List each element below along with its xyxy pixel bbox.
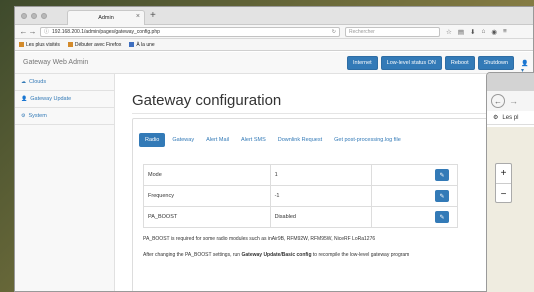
setting-value: -1	[269, 185, 373, 207]
browser-window: Admin × + ← → ⓘ 192.168.200.1/admin/page…	[14, 6, 534, 292]
forward-icon[interactable]: →	[509, 96, 518, 106]
browser-toolbar: ← → ⓘ 192.168.200.1/admin/pages/gateway_…	[15, 25, 533, 39]
setting-action: ✎	[371, 185, 458, 207]
table-row: Frequency -1 ✎	[143, 185, 458, 207]
setting-name: Frequency	[143, 185, 271, 207]
sidebar: ☁ Clouds 👤 Gateway Update ⚙ System	[15, 74, 115, 291]
second-window-nav: ← →	[487, 91, 534, 111]
url-bar[interactable]: ⓘ 192.168.200.1/admin/pages/gateway_conf…	[40, 26, 340, 37]
zoom-in-button[interactable]: +	[496, 164, 511, 184]
home-icon[interactable]: ⌂	[481, 28, 485, 36]
sidebar-item-label: Clouds	[29, 79, 47, 85]
recompile-note: After changing the PA_BOOST settings, ru…	[143, 252, 409, 258]
forward-button[interactable]: →	[28, 27, 37, 36]
edit-mode-button[interactable]: ✎	[435, 169, 449, 181]
page-content: Gateway Web Admin Internet Low-level sta…	[15, 52, 533, 291]
folder-icon	[19, 41, 24, 47]
toolbar-icons: ☆ ▤ ⬇ ⌂ ◉ ≡	[446, 28, 507, 36]
menu-icon[interactable]: ≡	[503, 28, 507, 36]
note-bold-link: Gateway Update/Basic config	[241, 252, 312, 258]
second-window-titlebar	[487, 73, 534, 91]
pocket-icon[interactable]: ◉	[491, 28, 497, 36]
setting-action: ✎	[371, 206, 458, 228]
bookmarks-bar: Les plus visités Débuter avec Firefox À …	[15, 39, 533, 51]
search-input[interactable]: Rechercher	[345, 26, 440, 37]
sidebar-item-system[interactable]: ⚙ System	[15, 108, 114, 125]
bookmark-label[interactable]: Les pl	[502, 115, 518, 121]
tab-title: Admin	[98, 15, 114, 21]
shutdown-button[interactable]: Shutdown	[477, 56, 515, 70]
bookmark-most-visited[interactable]: Les plus visités	[19, 42, 60, 48]
reader-icon[interactable]: ▤	[458, 28, 464, 36]
map-view[interactable]: + −	[487, 127, 534, 292]
gear-icon: ⚙	[21, 113, 26, 119]
setting-action: ✎	[371, 164, 458, 186]
new-tab-button[interactable]: +	[150, 10, 156, 21]
sidebar-item-gateway-update[interactable]: 👤 Gateway Update	[15, 91, 114, 108]
note-text: to recompile the low-level gateway progr…	[311, 252, 410, 258]
url-text: 192.168.200.1/admin/pages/gateway_config…	[52, 28, 160, 35]
back-icon[interactable]: ←	[491, 94, 505, 108]
browser-tab[interactable]: Admin ×	[67, 10, 145, 25]
table-row: PA_BOOST Disabled ✎	[143, 206, 458, 228]
internet-button[interactable]: Internet	[347, 56, 378, 70]
bookmark-label: À la une	[136, 41, 155, 48]
user-icon: 👤	[21, 96, 28, 102]
back-button[interactable]: ←	[19, 27, 28, 36]
bookmark-getting-started[interactable]: Débuter avec Firefox	[67, 41, 122, 48]
sidebar-item-label: Gateway Update	[30, 96, 72, 102]
search-placeholder: Rechercher	[349, 28, 375, 35]
maximize-window-button[interactable]	[41, 13, 47, 19]
download-icon[interactable]: ⬇	[470, 28, 475, 36]
radio-settings-table: Mode 1 ✎ Frequency -1 ✎ PA_BOOST Disable…	[143, 164, 458, 228]
bookmark-label: Débuter avec Firefox	[74, 41, 122, 48]
close-window-button[interactable]	[21, 13, 27, 19]
sidebar-item-clouds[interactable]: ☁ Clouds	[15, 74, 114, 91]
firefox-icon	[67, 41, 73, 47]
setting-value: 1	[269, 164, 373, 186]
cloud-icon: ☁	[21, 79, 26, 85]
bookmark-star-icon[interactable]: ☆	[446, 28, 452, 36]
tab-post-processing-log[interactable]: Get post-processing.log file	[329, 134, 406, 146]
tab-radio[interactable]: Radio	[139, 133, 166, 147]
edit-pa-boost-button[interactable]: ✎	[435, 211, 449, 223]
sidebar-item-label: System	[28, 113, 47, 119]
tab-alert-mail[interactable]: Alert Mail	[201, 134, 234, 146]
tab-gateway[interactable]: Gateway	[167, 134, 199, 146]
gear-icon[interactable]: ⚙	[493, 114, 498, 121]
app-top-nav: Gateway Web Admin Internet Low-level sta…	[15, 52, 533, 74]
reboot-button[interactable]: Reboot	[444, 56, 475, 70]
app-brand[interactable]: Gateway Web Admin	[23, 59, 88, 66]
config-tabs: Radio Gateway Alert Mail Alert SMS Downl…	[139, 133, 406, 147]
minimize-window-button[interactable]	[31, 13, 37, 19]
zoom-out-button[interactable]: −	[496, 184, 511, 204]
setting-value: Disabled	[269, 206, 373, 228]
window-controls	[21, 13, 47, 19]
edit-frequency-button[interactable]: ✎	[435, 190, 449, 202]
rss-icon	[129, 41, 135, 47]
bookmark-headlines[interactable]: À la une	[129, 41, 155, 48]
low-level-status-button[interactable]: Low-level status ON	[380, 56, 442, 70]
page-title: Gateway configuration	[132, 92, 282, 109]
table-row: Mode 1 ✎	[143, 164, 458, 186]
tab-close-icon[interactable]: ×	[136, 13, 140, 20]
pa-boost-note: PA_BOOST is required for some radio modu…	[143, 236, 376, 242]
info-icon[interactable]: ⓘ	[44, 28, 49, 35]
second-browser-window: ← → ⚙ Les pl + −	[486, 72, 534, 292]
map-zoom-control: + −	[495, 163, 512, 203]
setting-name: Mode	[143, 164, 271, 186]
reload-icon[interactable]: ↻	[332, 29, 336, 35]
config-panel: Radio Gateway Alert Mail Alert SMS Downl…	[132, 118, 492, 291]
top-nav-buttons: Internet Low-level status ON Reboot Shut…	[347, 56, 515, 70]
note-text: After changing the PA_BOOST settings, ru…	[143, 252, 242, 258]
tab-alert-sms[interactable]: Alert SMS	[236, 134, 271, 146]
setting-name: PA_BOOST	[143, 206, 271, 228]
second-window-bookmarks: ⚙ Les pl	[487, 111, 534, 125]
bookmark-label: Les plus visités	[26, 41, 60, 48]
tab-downlink-request[interactable]: Downlink Request	[273, 134, 327, 146]
title-divider	[132, 113, 492, 114]
title-bar: Admin × +	[15, 7, 533, 25]
